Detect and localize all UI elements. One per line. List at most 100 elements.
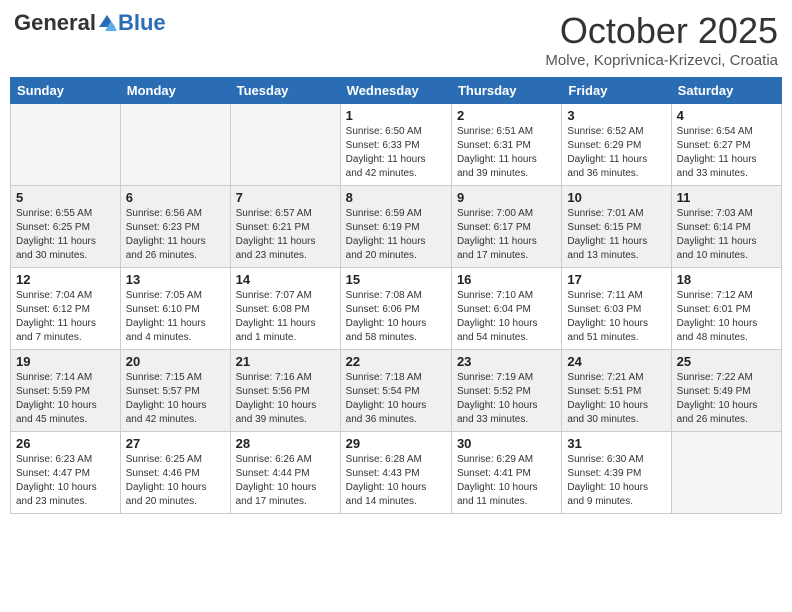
month-title: October 2025 [545,10,778,52]
day-info: Sunrise: 6:30 AM Sunset: 4:39 PM Dayligh… [567,453,665,509]
day-number: 4 [677,108,776,123]
day-number: 26 [16,436,115,451]
day-number: 16 [457,272,556,287]
day-number: 10 [567,190,665,205]
day-number: 12 [16,272,115,287]
calendar-cell [230,104,340,186]
weekday-header-wednesday: Wednesday [340,78,451,104]
calendar-cell: 22 Sunrise: 7:18 AM Sunset: 5:54 PM Dayli… [340,350,451,432]
day-info: Sunrise: 6:50 AM Sunset: 6:33 PM Dayligh… [346,125,446,181]
day-info: Sunrise: 7:05 AM Sunset: 6:10 PM Dayligh… [126,289,225,345]
calendar-cell: 5 Sunrise: 6:55 AM Sunset: 6:25 PM Daylig… [11,186,121,268]
calendar-cell [120,104,230,186]
day-number: 28 [236,436,335,451]
calendar-week-row: 12 Sunrise: 7:04 AM Sunset: 6:12 PM Dayli… [11,268,782,350]
weekday-header-tuesday: Tuesday [230,78,340,104]
day-number: 30 [457,436,556,451]
calendar-week-row: 1 Sunrise: 6:50 AM Sunset: 6:33 PM Daylig… [11,104,782,186]
calendar-cell: 9 Sunrise: 7:00 AM Sunset: 6:17 PM Daylig… [451,186,561,268]
calendar-cell: 27 Sunrise: 6:25 AM Sunset: 4:46 PM Dayli… [120,432,230,514]
logo: General Blue [14,10,166,36]
calendar-cell: 26 Sunrise: 6:23 AM Sunset: 4:47 PM Dayli… [11,432,121,514]
day-number: 21 [236,354,335,369]
calendar-cell: 4Sunrise: 6:54 AM Sunset: 6:27 PM Daylig… [671,104,781,186]
calendar-cell: 18Sunrise: 7:12 AM Sunset: 6:01 PM Dayli… [671,268,781,350]
day-number: 31 [567,436,665,451]
day-info: Sunrise: 7:16 AM Sunset: 5:56 PM Dayligh… [236,371,335,427]
calendar-cell: 7 Sunrise: 6:57 AM Sunset: 6:21 PM Daylig… [230,186,340,268]
day-number: 29 [346,436,446,451]
day-number: 1 [346,108,446,123]
day-info: Sunrise: 6:25 AM Sunset: 4:46 PM Dayligh… [126,453,225,509]
day-number: 9 [457,190,556,205]
calendar-cell: 28Sunrise: 6:26 AM Sunset: 4:44 PM Dayli… [230,432,340,514]
calendar-cell: 19 Sunrise: 7:14 AM Sunset: 5:59 PM Dayli… [11,350,121,432]
calendar-cell [671,432,781,514]
day-number: 11 [677,190,776,205]
day-number: 14 [236,272,335,287]
calendar-table: SundayMondayTuesdayWednesdayThursdayFrid… [10,77,782,514]
logo-general-text: General [14,10,96,36]
day-number: 24 [567,354,665,369]
day-info: Sunrise: 7:18 AM Sunset: 5:54 PM Dayligh… [346,371,446,427]
day-number: 8 [346,190,446,205]
day-info: Sunrise: 7:07 AM Sunset: 6:08 PM Dayligh… [236,289,335,345]
calendar-cell: 20 Sunrise: 7:15 AM Sunset: 5:57 PM Dayli… [120,350,230,432]
title-block: October 2025 Molve, Koprivnica-Krizevci,… [545,10,778,69]
day-number: 19 [16,354,115,369]
day-info: Sunrise: 7:19 AM Sunset: 5:52 PM Dayligh… [457,371,556,427]
day-number: 17 [567,272,665,287]
day-info: Sunrise: 7:21 AM Sunset: 5:51 PM Dayligh… [567,371,665,427]
day-info: Sunrise: 7:01 AM Sunset: 6:15 PM Dayligh… [567,207,665,263]
weekday-header-row: SundayMondayTuesdayWednesdayThursdayFrid… [11,78,782,104]
day-info: Sunrise: 7:15 AM Sunset: 5:57 PM Dayligh… [126,371,225,427]
weekday-header-sunday: Sunday [11,78,121,104]
calendar-cell: 15Sunrise: 7:08 AM Sunset: 6:06 PM Dayli… [340,268,451,350]
calendar-cell: 3 Sunrise: 6:52 AM Sunset: 6:29 PM Daylig… [562,104,671,186]
calendar-cell: 2Sunrise: 6:51 AM Sunset: 6:31 PM Daylig… [451,104,561,186]
day-info: Sunrise: 6:52 AM Sunset: 6:29 PM Dayligh… [567,125,665,181]
weekday-header-thursday: Thursday [451,78,561,104]
day-info: Sunrise: 7:11 AM Sunset: 6:03 PM Dayligh… [567,289,665,345]
day-number: 22 [346,354,446,369]
day-info: Sunrise: 6:51 AM Sunset: 6:31 PM Dayligh… [457,125,556,181]
weekday-header-friday: Friday [562,78,671,104]
day-info: Sunrise: 7:04 AM Sunset: 6:12 PM Dayligh… [16,289,115,345]
calendar-week-row: 19 Sunrise: 7:14 AM Sunset: 5:59 PM Dayli… [11,350,782,432]
day-number: 27 [126,436,225,451]
calendar-cell: 17 Sunrise: 7:11 AM Sunset: 6:03 PM Dayli… [562,268,671,350]
calendar-cell: 10 Sunrise: 7:01 AM Sunset: 6:15 PM Dayli… [562,186,671,268]
day-number: 3 [567,108,665,123]
calendar-cell: 21 Sunrise: 7:16 AM Sunset: 5:56 PM Dayli… [230,350,340,432]
calendar-cell: 13 Sunrise: 7:05 AM Sunset: 6:10 PM Dayli… [120,268,230,350]
day-info: Sunrise: 6:56 AM Sunset: 6:23 PM Dayligh… [126,207,225,263]
calendar-cell: 31 Sunrise: 6:30 AM Sunset: 4:39 PM Dayli… [562,432,671,514]
day-info: Sunrise: 6:59 AM Sunset: 6:19 PM Dayligh… [346,207,446,263]
day-number: 20 [126,354,225,369]
calendar-cell: 12 Sunrise: 7:04 AM Sunset: 6:12 PM Dayli… [11,268,121,350]
calendar-cell: 30 Sunrise: 6:29 AM Sunset: 4:41 PM Dayli… [451,432,561,514]
day-number: 5 [16,190,115,205]
day-info: Sunrise: 7:14 AM Sunset: 5:59 PM Dayligh… [16,371,115,427]
calendar-cell: 25Sunrise: 7:22 AM Sunset: 5:49 PM Dayli… [671,350,781,432]
calendar-cell [11,104,121,186]
day-number: 7 [236,190,335,205]
day-number: 13 [126,272,225,287]
day-info: Sunrise: 7:03 AM Sunset: 6:14 PM Dayligh… [677,207,776,263]
day-number: 6 [126,190,225,205]
calendar-cell: 29Sunrise: 6:28 AM Sunset: 4:43 PM Dayli… [340,432,451,514]
day-info: Sunrise: 6:23 AM Sunset: 4:47 PM Dayligh… [16,453,115,509]
calendar-cell: 16 Sunrise: 7:10 AM Sunset: 6:04 PM Dayli… [451,268,561,350]
day-info: Sunrise: 7:00 AM Sunset: 6:17 PM Dayligh… [457,207,556,263]
day-info: Sunrise: 6:57 AM Sunset: 6:21 PM Dayligh… [236,207,335,263]
calendar-cell: 1 Sunrise: 6:50 AM Sunset: 6:33 PM Daylig… [340,104,451,186]
day-number: 15 [346,272,446,287]
day-info: Sunrise: 7:10 AM Sunset: 6:04 PM Dayligh… [457,289,556,345]
logo-blue-text: Blue [118,10,166,36]
weekday-header-monday: Monday [120,78,230,104]
day-info: Sunrise: 6:55 AM Sunset: 6:25 PM Dayligh… [16,207,115,263]
day-info: Sunrise: 6:29 AM Sunset: 4:41 PM Dayligh… [457,453,556,509]
calendar-cell: 8 Sunrise: 6:59 AM Sunset: 6:19 PM Daylig… [340,186,451,268]
calendar-cell: 6 Sunrise: 6:56 AM Sunset: 6:23 PM Daylig… [120,186,230,268]
calendar-cell: 23Sunrise: 7:19 AM Sunset: 5:52 PM Dayli… [451,350,561,432]
